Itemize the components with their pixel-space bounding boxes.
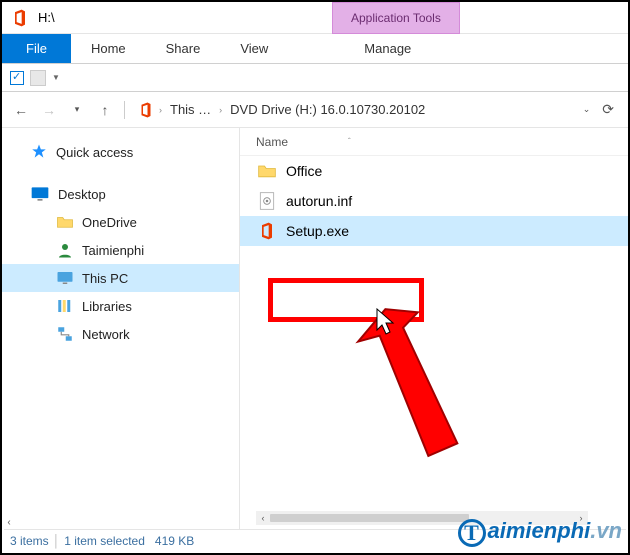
list-item[interactable]: autorun.inf [240,186,628,216]
folder-icon [56,213,74,231]
tree-network[interactable]: Network [2,320,239,348]
status-size: 419 KB [155,534,194,548]
settings-file-icon [256,190,278,212]
file-name: Setup.exe [286,223,349,239]
refresh-button[interactable]: ⟳ [596,101,620,118]
list-item[interactable]: Office [240,156,628,186]
tree-desktop[interactable]: Desktop [2,180,239,208]
file-name: Office [286,163,322,179]
watermark-badge: T [458,519,486,547]
titlebar: H:\ Application Tools [2,2,628,34]
list-item[interactable]: Setup.exe [240,216,628,246]
office-icon [137,101,155,119]
status-separator: │ [53,534,61,548]
office-icon [256,220,278,242]
folder-icon [256,160,278,182]
tree-onedrive[interactable]: OneDrive [2,208,239,236]
tab-view[interactable]: View [220,34,288,63]
chevron-right-icon: › [159,105,162,115]
tree-quick-access[interactable]: Quick access [2,138,239,166]
quick-access-toolbar: ▼ [2,64,628,92]
watermark-text-2: .vn [590,518,622,543]
explorer-body: Quick access Desktop OneDrive Taimienphi… [2,128,628,529]
star-icon [30,143,48,161]
back-button[interactable]: ← [10,99,32,121]
tab-home[interactable]: Home [71,34,146,63]
breadcrumb-drive[interactable]: DVD Drive (H:) 16.0.10730.20102 [226,100,429,119]
tab-manage[interactable]: Manage [344,34,431,63]
up-button[interactable]: ↑ [94,99,116,121]
sort-asc-icon: ˆ [348,137,351,146]
recent-locations-button[interactable]: ▾ [66,99,88,121]
tree-user[interactable]: Taimienphi [2,236,239,264]
network-icon [56,325,74,343]
watermark-text-1: aimienphi [488,518,591,543]
nav-separator [124,101,125,119]
tree-label: Desktop [58,187,106,202]
tree-label: Quick access [56,145,133,160]
qat-properties-icon[interactable] [30,70,46,86]
libraries-icon [56,297,74,315]
navigation-bar: ← → ▾ ↑ › This … › DVD Drive (H:) 16.0.1… [2,92,628,128]
contextual-tab-application-tools[interactable]: Application Tools [332,2,460,34]
breadcrumb-this-pc[interactable]: This … [166,100,215,119]
office-icon [10,8,30,28]
watermark: Taimienphi.vn [458,518,622,547]
status-item-count: 3 items [10,534,49,548]
user-icon [56,241,74,259]
tree-label: Libraries [82,299,132,314]
monitor-icon [56,269,74,287]
tab-share[interactable]: Share [146,34,221,63]
qat-customize-icon[interactable]: ▼ [52,73,60,82]
scrollbar-thumb[interactable] [270,514,469,522]
header-label: Name [256,135,288,149]
column-header-name[interactable]: Name ˆ [240,128,628,156]
tree-scroll-left-icon[interactable]: ‹ [2,515,16,529]
file-list[interactable]: Name ˆ Office autorun.inf Setup.exe ‹ [240,128,628,529]
qat-checkbox-icon[interactable] [10,71,24,85]
chevron-right-icon: › [219,105,222,115]
tree-this-pc[interactable]: This PC [2,264,239,292]
tree-label: Network [82,327,130,342]
file-name: autorun.inf [286,193,352,209]
tree-libraries[interactable]: Libraries [2,292,239,320]
ribbon-tabs: File Home Share View Manage [2,34,628,64]
address-bar[interactable]: › This … › DVD Drive (H:) 16.0.10730.201… [133,98,577,121]
navigation-pane[interactable]: Quick access Desktop OneDrive Taimienphi… [2,128,240,529]
tree-label: Taimienphi [82,243,144,258]
desktop-icon [30,185,50,203]
tab-file[interactable]: File [2,34,71,63]
forward-button[interactable]: → [38,99,60,121]
scroll-left-icon[interactable]: ‹ [256,513,270,523]
status-selection: 1 item selected [64,534,145,548]
address-dropdown-icon[interactable]: ⌄ [583,104,591,115]
tree-label: This PC [82,271,128,286]
tree-label: OneDrive [82,215,137,230]
